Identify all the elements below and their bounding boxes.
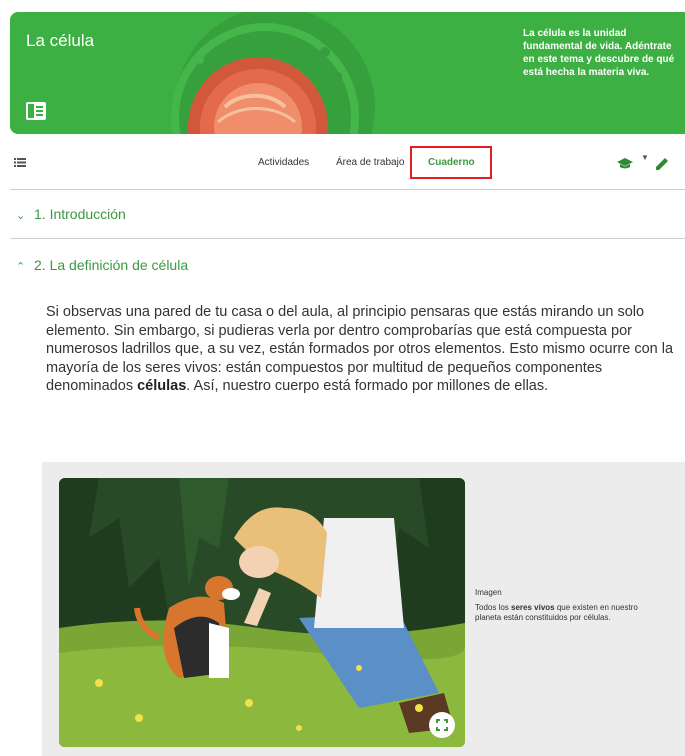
tab-actividades[interactable]: Actividades — [258, 157, 309, 168]
keyword: células — [137, 378, 187, 395]
chevron-up-icon: ⌃ — [16, 261, 26, 273]
section-definicion[interactable]: ⌃ 2. La definición de célula — [16, 257, 188, 273]
pencil-icon[interactable] — [656, 157, 669, 170]
body-paragraph: Si observas una pared de tu casa o del a… — [46, 304, 674, 395]
expand-button[interactable] — [429, 712, 455, 738]
chevron-down-icon: ⌄ — [16, 210, 26, 222]
section-label: 2. La definición de célula — [34, 257, 189, 273]
book-icon[interactable] — [26, 102, 46, 120]
girl-and-dog-illustration[interactable] — [59, 478, 465, 747]
page-title: La célula — [26, 31, 95, 50]
caret-down-icon[interactable]: ▼ — [641, 153, 649, 162]
header-banner: La célula La célula es la unidad fundame… — [10, 12, 685, 134]
divider — [10, 238, 685, 239]
highlight-box — [410, 146, 492, 179]
topic-description: La célula es la unidad fundamental de vi… — [523, 28, 675, 78]
expand-icon — [436, 719, 448, 731]
tab-area-de-trabajo[interactable]: Área de trabajo — [336, 157, 404, 168]
media-caption: Todos los seres vivos que existen en nue… — [475, 603, 638, 622]
list-icon[interactable] — [14, 158, 26, 167]
divider — [10, 189, 685, 190]
media-label: Imagen — [475, 588, 502, 597]
section-label: 1. Introducción — [34, 206, 126, 222]
section-introduccion[interactable]: ⌄ 1. Introducción — [16, 206, 126, 222]
graduation-cap-icon[interactable] — [617, 158, 633, 170]
toolbar: Actividades Área de trabajo Cuaderno ▼ — [0, 145, 685, 189]
